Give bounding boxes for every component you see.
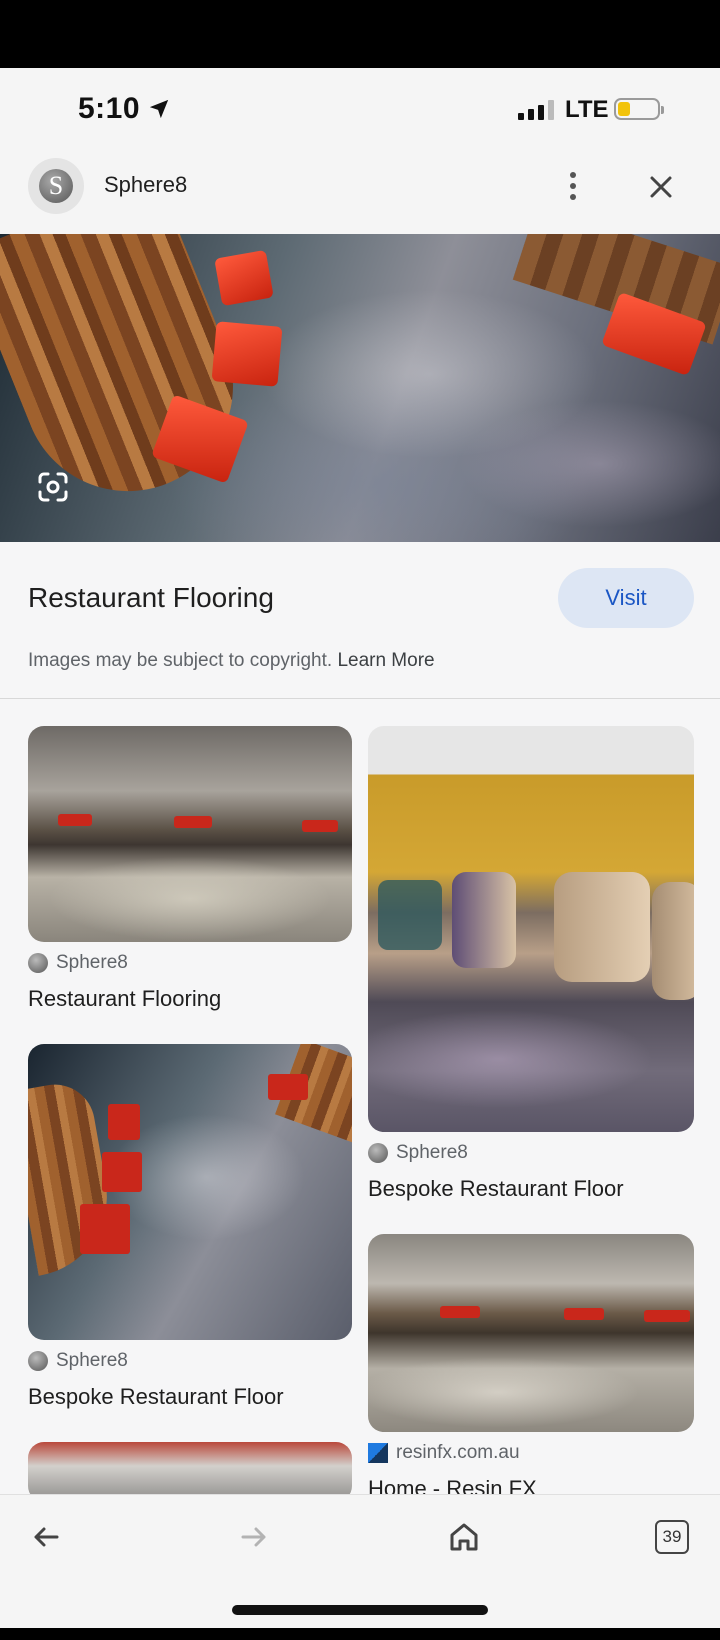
card-source[interactable]: resinfx.com.au <box>368 1442 520 1464</box>
copyright-notice: Images may be subject to copyright. Lear… <box>28 650 435 672</box>
resinfx-logo-icon <box>368 1443 388 1463</box>
card-title[interactable]: Bespoke Restaurant Floor <box>28 1384 284 1410</box>
status-bar: 5:10 LTE <box>0 68 720 156</box>
home-icon <box>450 1523 478 1551</box>
forward-arrow-icon <box>241 1527 266 1547</box>
screen: 5:10 LTE S Sphere8 Restaurant Flooring V… <box>0 68 720 1628</box>
hero-image[interactable] <box>0 234 720 542</box>
google-lens-icon[interactable] <box>36 470 70 504</box>
location-arrow-icon <box>149 99 169 119</box>
card-title[interactable]: Restaurant Flooring <box>28 986 221 1012</box>
related-image[interactable] <box>368 1234 694 1432</box>
home-button[interactable] <box>442 1515 486 1559</box>
site-logo[interactable]: S <box>28 158 84 214</box>
card-title[interactable]: Bespoke Restaurant Floor <box>368 1176 624 1202</box>
tabs-button[interactable]: 39 <box>650 1515 694 1559</box>
more-options-icon[interactable] <box>558 166 588 206</box>
back-arrow-icon <box>34 1527 59 1547</box>
forward-button[interactable] <box>232 1515 276 1559</box>
related-image[interactable] <box>28 726 352 942</box>
card-source-label: resinfx.com.au <box>396 1442 520 1463</box>
card-source[interactable]: Sphere8 <box>28 1350 128 1372</box>
copyright-text: Images may be subject to copyright. <box>28 650 333 671</box>
site-header: S Sphere8 <box>0 156 720 234</box>
status-time: 5:10 <box>78 92 141 125</box>
divider <box>0 698 720 699</box>
card-source[interactable]: Sphere8 <box>28 952 128 974</box>
sphere8-logo-icon <box>368 1143 388 1163</box>
related-image[interactable] <box>28 1442 352 1502</box>
battery-icon <box>614 98 664 120</box>
tab-count: 39 <box>655 1520 689 1554</box>
signal-icon <box>518 100 554 120</box>
result-title: Restaurant Flooring <box>28 582 274 613</box>
card-source-label: Sphere8 <box>396 1142 468 1163</box>
hero-chair <box>211 321 283 387</box>
card-source[interactable]: Sphere8 <box>368 1142 468 1164</box>
related-image[interactable] <box>368 726 694 1132</box>
sphere8-logo-icon <box>28 953 48 973</box>
hero-chair <box>214 249 274 307</box>
bottom-nav-bar: 39 <box>0 1494 720 1628</box>
site-name[interactable]: Sphere8 <box>104 172 187 198</box>
home-indicator <box>232 1605 488 1615</box>
close-icon[interactable] <box>644 170 678 204</box>
back-button[interactable] <box>24 1515 68 1559</box>
network-label: LTE <box>565 96 609 123</box>
sphere8-logo-icon <box>28 1351 48 1371</box>
card-source-label: Sphere8 <box>56 952 128 973</box>
related-image[interactable] <box>28 1044 352 1340</box>
visit-button[interactable]: Visit <box>558 568 694 628</box>
card-source-label: Sphere8 <box>56 1350 128 1371</box>
learn-more-link[interactable]: Learn More <box>337 650 434 671</box>
